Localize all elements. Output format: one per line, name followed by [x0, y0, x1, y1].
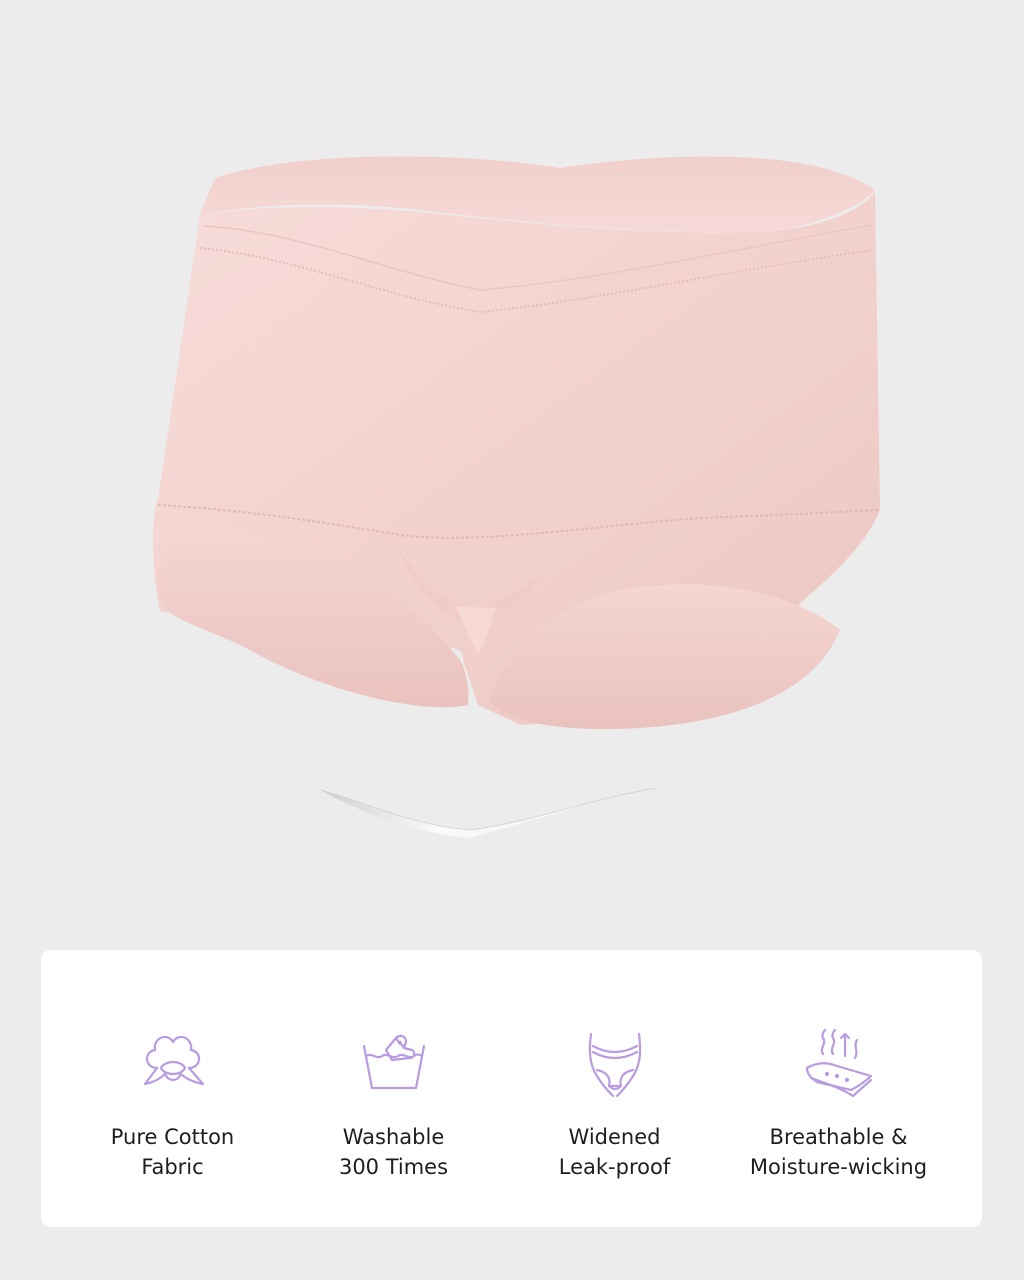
feature-label: Widened Leak-proof	[558, 1125, 671, 1179]
absorbent-pad	[320, 788, 655, 838]
feature-washable: Washable 300 Times	[276, 950, 511, 1227]
feature-breathable: Breathable & Moisture-wicking	[721, 950, 956, 1227]
feature-label: Breathable & Moisture-wicking	[749, 1125, 928, 1179]
feature-cotton: Pure Cotton Fabric	[55, 950, 290, 1227]
feature-label: Washable 300 Times	[338, 1125, 449, 1179]
feature-label: Pure Cotton Fabric	[110, 1125, 235, 1179]
breathable-icon	[797, 1020, 881, 1104]
feature-leak-proof: Widened Leak-proof	[497, 950, 732, 1227]
cotton-icon	[131, 1020, 215, 1104]
product-image	[0, 0, 1024, 900]
washable-icon	[352, 1020, 436, 1104]
leak-proof-icon	[573, 1020, 657, 1104]
features-card: Pure Cotton Fabric Washable 300 Times Wi…	[41, 950, 982, 1227]
